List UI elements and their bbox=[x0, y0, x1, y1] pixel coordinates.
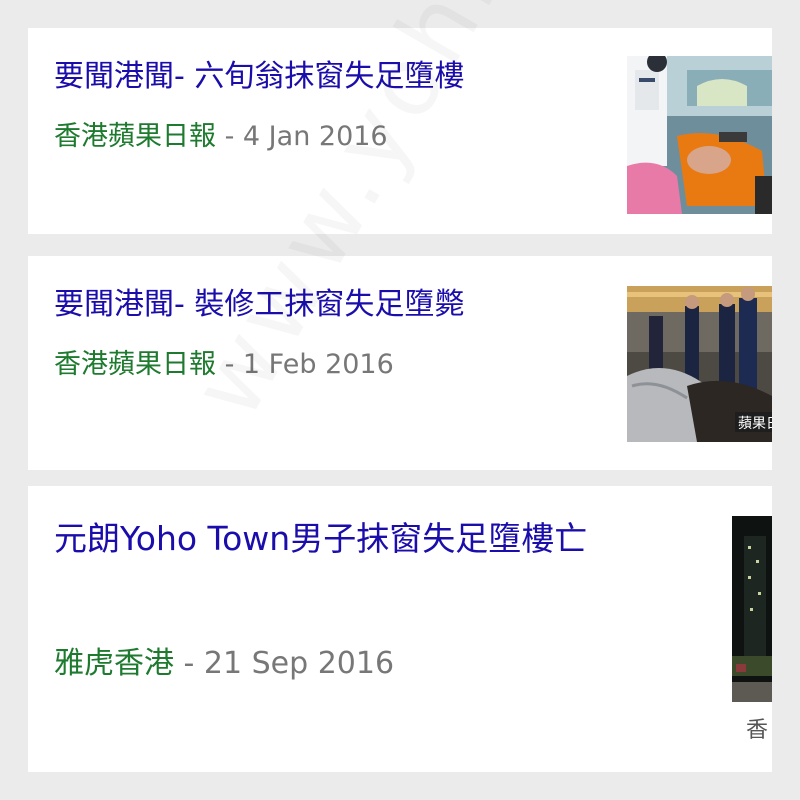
meta-separator: - bbox=[174, 646, 204, 681]
meta-separator: - bbox=[216, 121, 243, 152]
result-meta: 香港蘋果日報 - 4 Jan 2016 bbox=[54, 114, 388, 153]
result-date: 1 Feb 2016 bbox=[242, 349, 394, 380]
result-source: 雅虎香港 bbox=[54, 646, 174, 681]
search-results-page: 要聞港聞- 六旬翁抹窗失足墮樓 香港蘋果日報 - 4 Jan 2016 要聞港聞… bbox=[0, 0, 800, 800]
result-meta: 香港蘋果日報 - 1 Feb 2016 bbox=[54, 342, 394, 381]
result-thumbnail[interactable] bbox=[732, 516, 772, 702]
result-title[interactable]: 要聞港聞- 六旬翁抹窗失足墮樓 bbox=[54, 58, 614, 96]
result-card[interactable]: 元朗Yoho Town男子抹窗失足墮樓亡 雅虎香港 - 21 Sep 2016 … bbox=[28, 486, 772, 772]
thumbnail-caption: 香 bbox=[746, 718, 769, 743]
result-thumbnail[interactable] bbox=[627, 56, 772, 214]
thumbnail-image-stretcher-scene bbox=[627, 56, 772, 214]
result-card[interactable]: 要聞港聞- 六旬翁抹窗失足墮樓 香港蘋果日報 - 4 Jan 2016 bbox=[28, 28, 772, 234]
result-source: 香港蘋果日報 bbox=[54, 349, 216, 380]
result-meta: 雅虎香港 - 21 Sep 2016 bbox=[54, 638, 394, 682]
thumbnail-caption: 蘋果日 bbox=[738, 416, 772, 432]
result-date: 21 Sep 2016 bbox=[203, 646, 395, 681]
result-title[interactable]: 元朗Yoho Town男子抹窗失足墮樓亡 bbox=[54, 518, 694, 561]
result-source: 香港蘋果日報 bbox=[54, 121, 216, 152]
result-date: 4 Jan 2016 bbox=[242, 121, 388, 152]
result-thumbnail[interactable]: 蘋果日 bbox=[627, 286, 772, 442]
result-title[interactable]: 要聞港聞- 裝修工抹窗失足墮斃 bbox=[54, 286, 614, 324]
thumbnail-image-police-scene: 蘋果日 bbox=[627, 286, 772, 442]
thumbnail-image-night-building bbox=[732, 516, 772, 702]
meta-separator: - bbox=[216, 349, 243, 380]
result-card[interactable]: 要聞港聞- 裝修工抹窗失足墮斃 香港蘋果日報 - 1 Feb 2016 蘋果 bbox=[28, 256, 772, 470]
